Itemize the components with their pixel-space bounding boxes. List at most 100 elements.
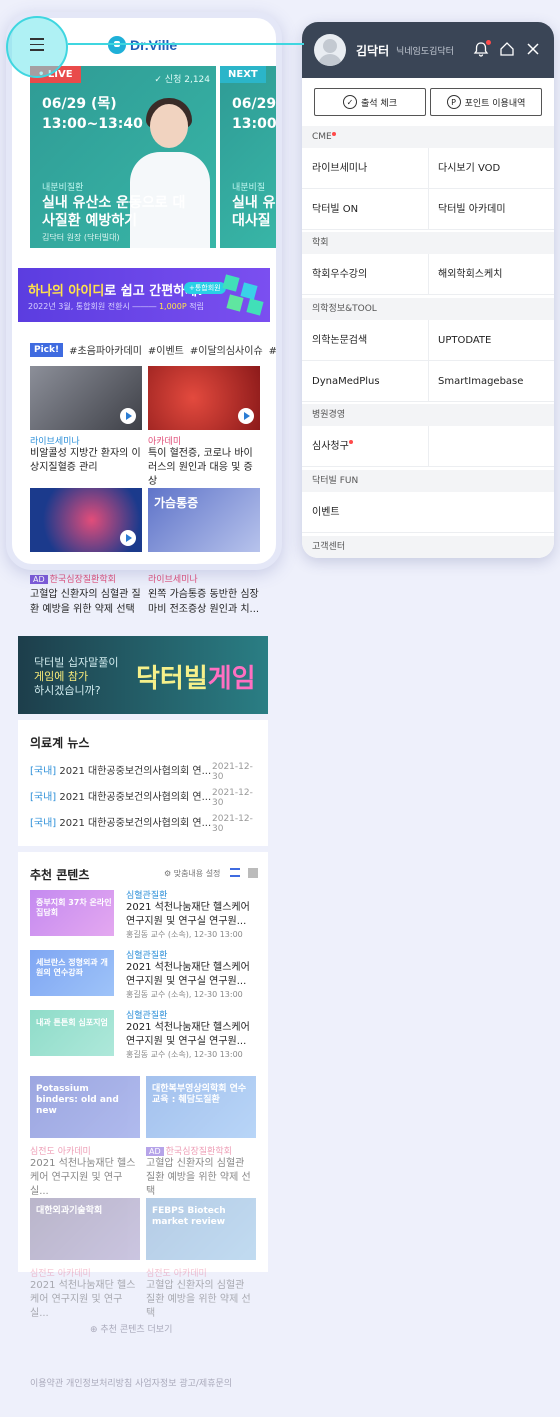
menu-connector-line [68,43,304,45]
logo-icon [108,36,126,54]
user-name: 김닥터 [356,44,390,58]
recommend-item[interactable]: 내과 튼튼회 심포지엄 심혈관질환 2021 석천나눔재단 헬스케어 연구지원 … [30,1010,260,1064]
live-title: 실내 유산소 운동으로 대사질환 예방하기 [42,195,186,229]
news-row[interactable]: [국내] 2021 대한공중보건의사협의회 연... 2021-12-30 [30,814,260,834]
play-icon[interactable] [120,530,136,546]
recommend-thumbnail: 세브란스 정형외과 개원의 연수강좌 [30,950,114,996]
pick-tag[interactable]: #이달의심사이슈 [190,342,263,357]
under-item-category: 한국심장질환학회 [49,575,116,585]
pick-tag[interactable]: #이벤트 [148,342,184,357]
recommend-sub: 홍길동 교수 (소속), 12-30 13:00 [126,990,243,999]
recommend-more-button[interactable]: ⊕ 추천 콘텐츠 더보기 [90,1322,172,1335]
news-row[interactable]: [국내] 2021 대한공중보건의사협의회 연... 2021-12-30 [30,762,260,782]
menu-section-fun: 닥터빌 FUN [302,470,554,492]
point-history-button[interactable]: P 포인트 이용내역 [430,88,542,116]
news-title: 의료계 뉴스 [30,736,90,750]
game-banner[interactable]: 닥터빌 십자말풀이 게임에 참가 하시겠습니까? 닥터빌게임 [18,636,268,714]
recommend-text: 2021 석천나눔재단 헬스케어 연구지원 및 연구실 연구원... [126,1022,250,1047]
recommend-category: 심혈관질환 [126,951,168,961]
play-icon[interactable] [120,408,136,424]
menu-item-claims[interactable]: 심사청구 [312,426,353,467]
content-item[interactable]: 라이브세미나 비알콜성 지방간 환자의 이상지질혈증 관리 [30,366,142,475]
content-category: 아카데미 [148,437,182,447]
side-menu-panel: 김닥터 닉네임도김닥터 ✓ 출석 체크 P 포인트 이용내역 CME 라이브세미… [302,22,554,558]
next-category: 내분비질 [232,183,266,193]
menu-item-vod[interactable]: 다시보기 VOD [438,148,500,189]
phone-frame: Dr.Ville • LIVE ✓ 신청 2,124 06/29 (목) 13:… [6,12,282,570]
notification-dot [486,40,491,45]
signup-count: ✓ 신청 2,124 [154,75,210,85]
next-date: 06/29 13:00 [232,96,276,132]
banner-sub: 2022년 3월, 통합회원 전환시 ――― 1,000P 적립 [28,302,204,311]
live-category: 내분비질환 [42,183,84,193]
home-icon[interactable] [498,40,516,58]
recommend-thumbnail: 내과 튼튼회 심포지엄 [30,1010,114,1056]
content-thumbnail [30,488,142,552]
pick-tag[interactable]: #보 [269,342,276,357]
new-dot [348,440,353,444]
under-item-text: 왼쪽 가슴통증 동반한 심장마비 전조증상 원인과 치... [148,589,260,615]
menu-item-academy[interactable]: 닥터빌 아카데미 [438,189,506,230]
content-category: 라이브세미나 [30,437,80,447]
recommend-settings-link[interactable]: ⚙ 맞춤내용 설정 [164,868,220,879]
recommend-grid-item[interactable]: FEBPS Biotech market review 심전도 아카데미 고혈압… [146,1198,256,1321]
recommend-section: 추천 콘텐츠 ⚙ 맞춤내용 설정 중부지회 37차 온라인 집담회 심혈관질환 … [18,852,268,1319]
menu-item-doctorville-on[interactable]: 닥터빌 ON [312,189,358,230]
content-item[interactable]: 가슴통증 [148,488,260,552]
avatar[interactable] [314,34,346,66]
menu-item-paper-search[interactable]: 의학논문검색 [312,320,367,361]
banner-headline: 하나의 아이디로 쉽고 간편하게! [28,284,203,299]
under-phone-items: AD 한국심장질환학회 고혈압 신환자의 심혈관 질환 예방을 위한 약제 선택 … [18,566,268,626]
pick-tag[interactable]: #초음파아카데미 [69,342,142,357]
menu-item-overseas-sketch[interactable]: 해외학회스케치 [438,254,502,295]
recommend-text: 2021 석천나눔재단 헬스케어 연구지원 및 연구실 연구원... [126,902,250,927]
recommend-sub: 홍길동 교수 (소속), 12-30 13:00 [126,1050,243,1059]
pick-tags: Pick! #초음파아카데미 #이벤트 #이달의심사이슈 #보 [30,342,276,357]
cube-decoration [218,272,268,318]
recommend-category: 심혈관질환 [126,1011,168,1021]
game-logo: 닥터빌게임 [136,664,256,694]
content-text: 비알콜성 지방간 환자의 이상지질혈증 관리 [30,448,141,473]
content-thumbnail [148,366,260,430]
menu-item-society-lectures[interactable]: 학회우수강의 [312,254,367,295]
menu-item-dynamedplus[interactable]: DynaMedPlus [312,361,380,402]
list-view-icon[interactable] [230,868,240,877]
recommend-grid-thumbnail: FEBPS Biotech market review [146,1198,256,1260]
point-circle-icon: P [446,95,461,109]
under-item-2[interactable]: 라이브세미나 왼쪽 가슴통증 동반한 심장마비 전조증상 원인과 치... [148,572,262,617]
recommend-title: 추천 콘텐츠 [30,868,90,882]
content-thumbnail [30,366,142,430]
under-item-1[interactable]: AD 한국심장질환학회 고혈압 신환자의 심혈관 질환 예방을 위한 약제 선택 [30,572,144,617]
site-logo[interactable]: Dr.Ville [108,36,177,54]
recommend-grid-item[interactable]: 대한외과기술학회 심전도 아카데미 2021 석천나눔재단 헬스케어 연구지원 … [30,1198,140,1321]
content-text: 특이 혈전증, 코로나 바이러스의 원인과 대응 및 증상 [148,448,253,487]
live-author: 김닥터 원장 (닥터빌대) [42,233,120,242]
menu-item-event[interactable]: 이벤트 [312,492,340,533]
hamburger-menu-icon[interactable] [30,38,44,51]
recommend-item[interactable]: 세브란스 정형외과 개원의 연수강좌 심혈관질환 2021 석천나눔재단 헬스케… [30,950,260,1004]
menu-item-uptodate[interactable]: UPTODATE [438,320,491,361]
menu-section-tools: 의학정보&TOOL [302,298,554,320]
content-item[interactable] [30,488,142,552]
user-nickname: 닉네임도김닥터 [396,47,454,57]
recommend-grid-item[interactable]: 대한복부영상의학회 연수교육 : 췌담도질환 AD 한국심장질환학회 고혈압 신환… [146,1076,256,1199]
menu-item-smartimagebase[interactable]: SmartImagebase [438,361,523,402]
recommend-text: 2021 석천나눔재단 헬스케어 연구지원 및 연구실 연구원... [126,962,250,987]
recommend-item[interactable]: 중부지회 37차 온라인 집담회 심혈관질환 2021 석천나눔재단 헬스케어 … [30,890,260,944]
under-item-category: 라이브세미나 [148,575,198,585]
grid-view-icon[interactable] [248,868,258,878]
menu-section-hospital: 병원경영 [302,404,554,426]
menu-item-live-seminar[interactable]: 라이브세미나 [312,148,367,189]
recommend-grid-item[interactable]: Potassium binders: old and new 심전도 아카데미 … [30,1076,140,1199]
play-icon[interactable] [238,408,254,424]
attendance-check-button[interactable]: ✓ 출석 체크 [314,88,426,116]
content-item[interactable]: 아카데미 특이 혈전증, 코로나 바이러스의 원인과 대응 및 증상 [148,366,260,489]
news-section: 의료계 뉴스 [국내] 2021 대한공중보건의사협의회 연... 2021-1… [18,720,268,846]
close-icon[interactable] [524,40,542,58]
live-seminar-card[interactable]: • LIVE ✓ 신청 2,124 06/29 (목) 13:00~13:40 … [30,66,216,248]
next-seminar-card[interactable]: NEXT 06/29 13:00 내분비질 실내 유 대사질 [220,66,276,248]
recommend-grid-thumbnail: 대한복부영상의학회 연수교육 : 췌담도질환 [146,1076,256,1138]
footer-links[interactable]: 이용약관 개인정보처리방침 사업자정보 광고/제휴문의 [30,1376,232,1389]
news-row[interactable]: [국내] 2021 대한공중보건의사협의회 연... 2021-12-30 [30,788,260,808]
signup-banner[interactable]: 하나의 아이디로 쉽고 간편하게! +통합회원 2022년 3월, 통합회원 전… [18,268,270,322]
